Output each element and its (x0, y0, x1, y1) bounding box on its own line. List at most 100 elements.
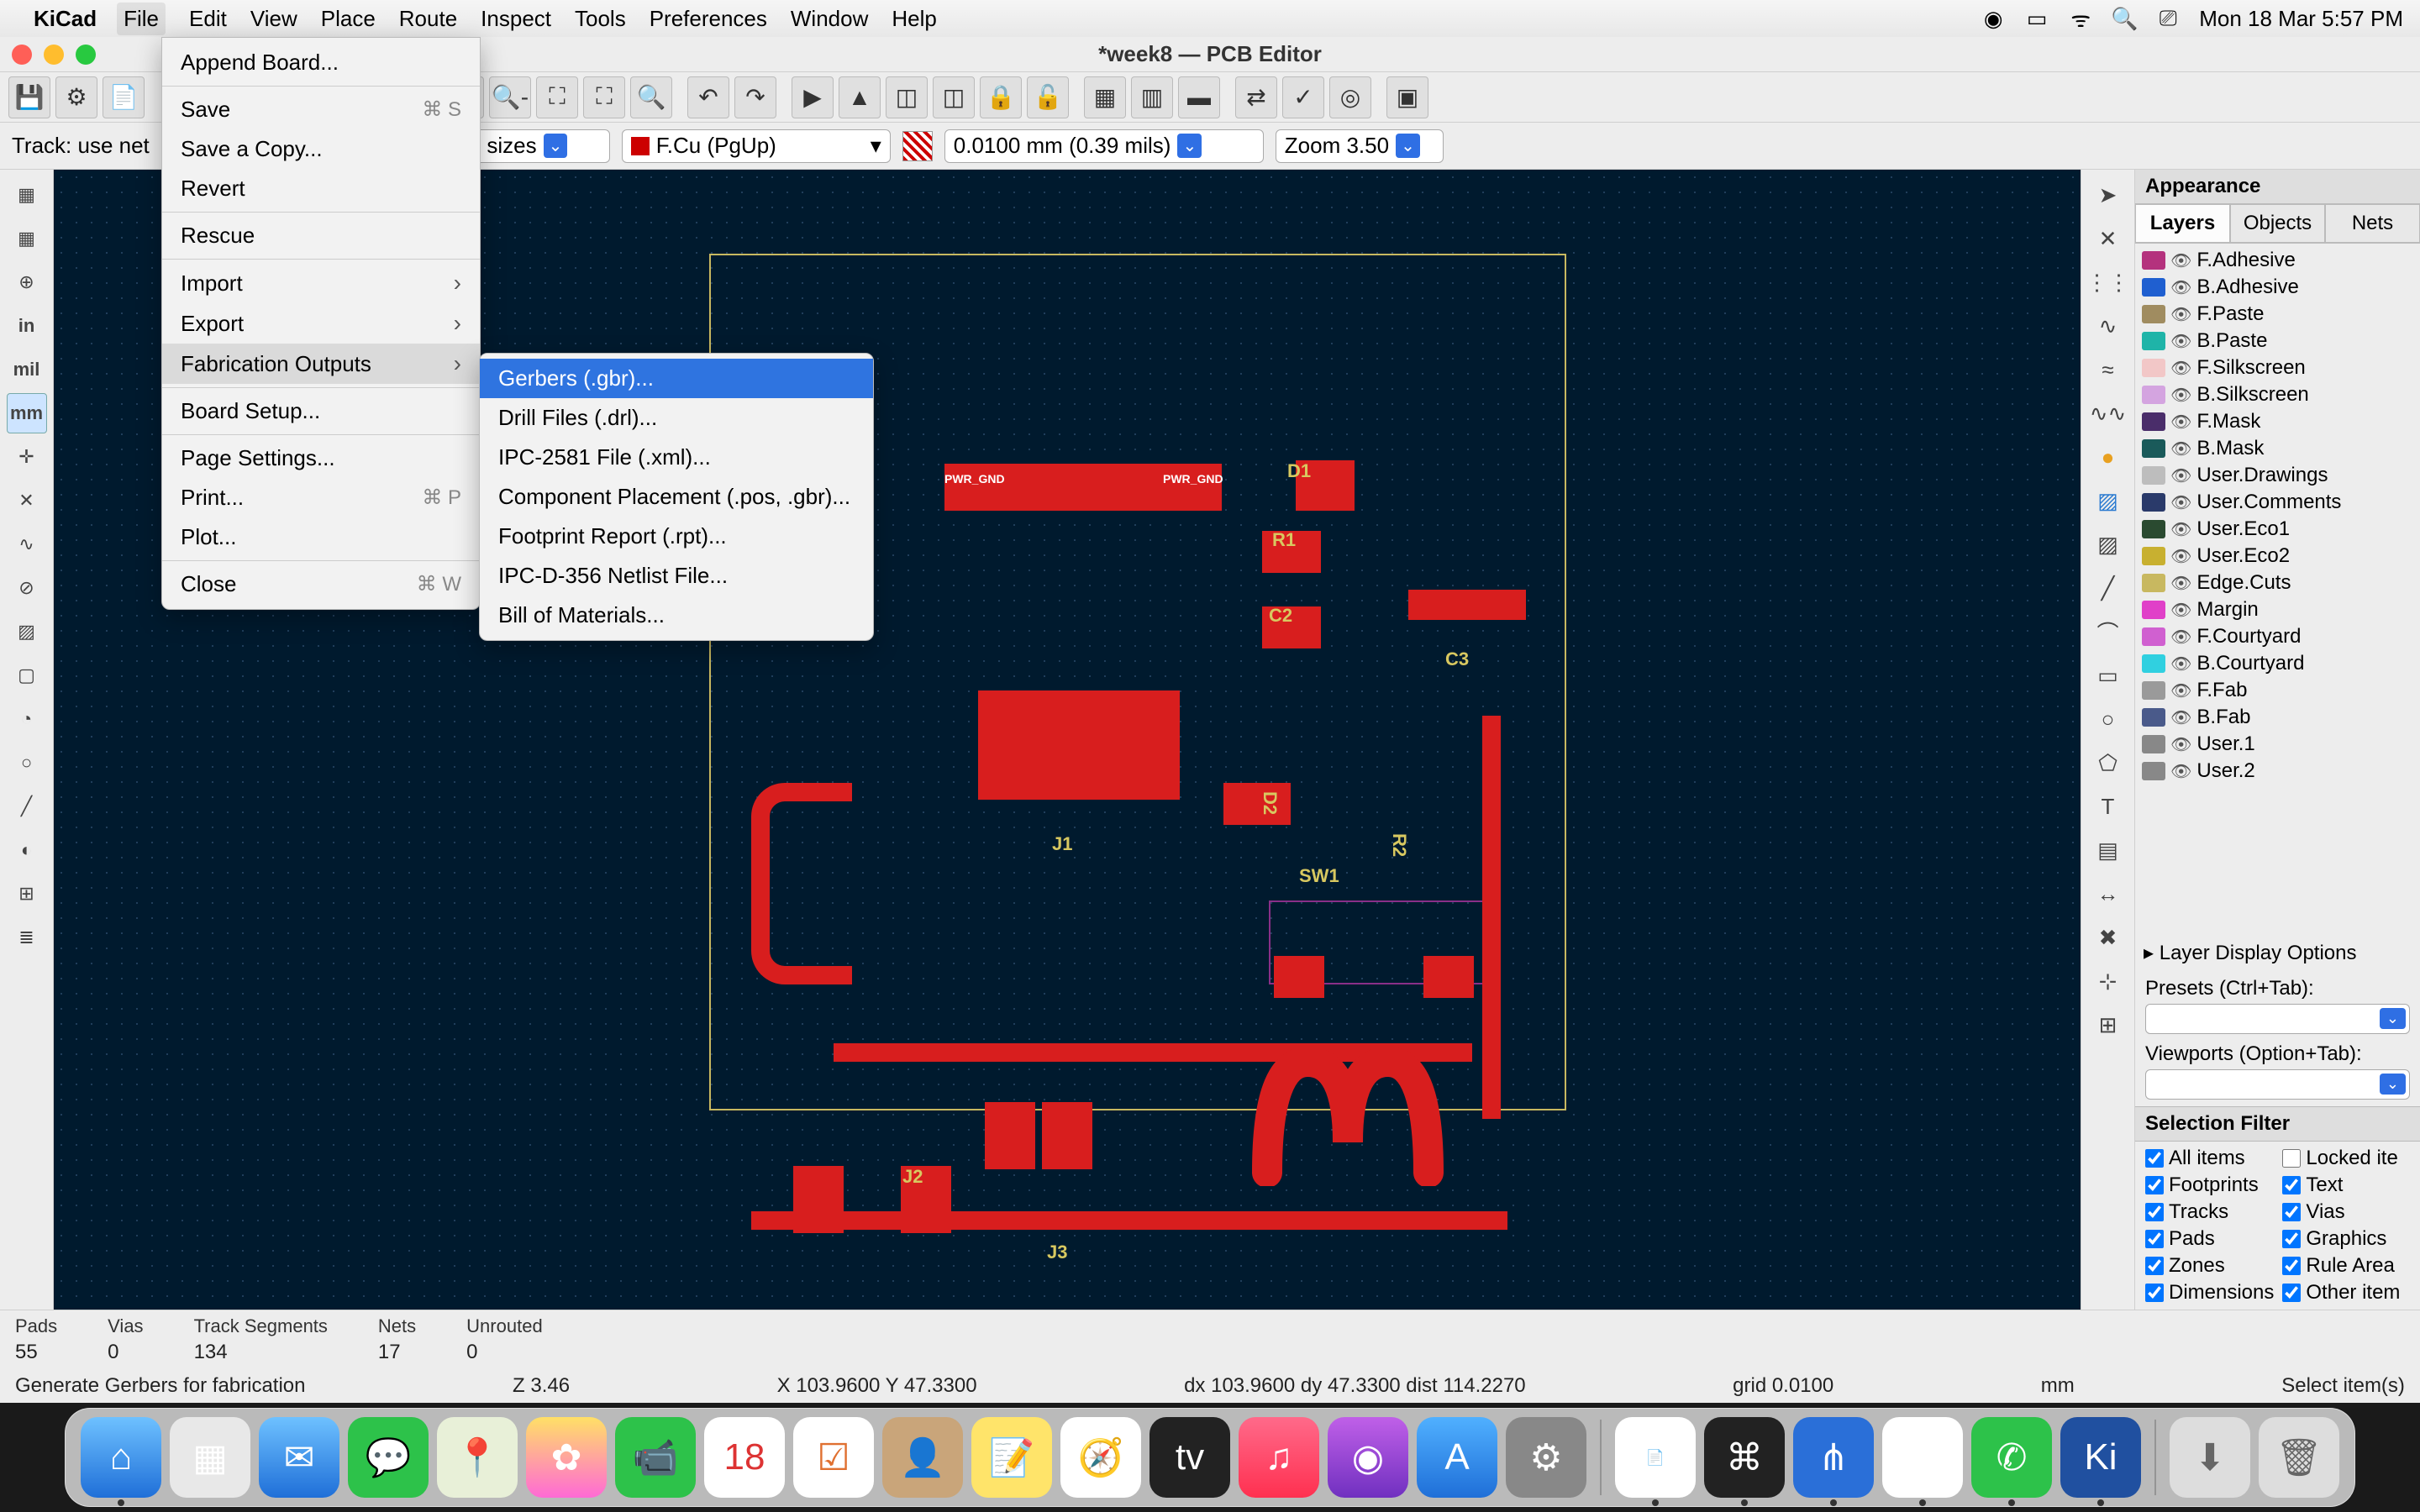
grid-dropdown[interactable]: 0.0100 mm (0.39 mils)⌄ (944, 129, 1264, 163)
menu-help[interactable]: Help (892, 6, 936, 32)
dock-podcasts-icon[interactable]: ◉ (1328, 1417, 1408, 1498)
polar-coords-icon[interactable]: ⊕ (7, 262, 47, 302)
layer-visibility-icon[interactable]: 👁 (2170, 654, 2191, 675)
layer-visibility-icon[interactable]: 👁 (2170, 277, 2191, 298)
menuitem-close[interactable]: Close⌘ W (162, 564, 480, 604)
page-settings-icon[interactable]: 📄 (103, 76, 145, 118)
via-display-icon[interactable]: ○ (7, 743, 47, 783)
filter-checkbox[interactable]: Locked ite (2282, 1147, 2410, 1170)
tab-nets[interactable]: Nets (2325, 204, 2420, 243)
dock-music-icon[interactable]: ♫ (1239, 1417, 1319, 1498)
layer-row[interactable]: 👁User.1 (2142, 731, 2413, 758)
route-track-icon[interactable]: ∿ (2088, 306, 2128, 346)
layer-visibility-icon[interactable]: 👁 (2170, 627, 2191, 648)
menuitem-export[interactable]: Export (162, 303, 480, 344)
menuitem-revert[interactable]: Revert (162, 169, 480, 208)
net-inspector-icon[interactable]: ⊞ (7, 874, 47, 914)
menuitem-save[interactable]: Save⌘ S (162, 90, 480, 129)
dock-facetime-icon[interactable]: 📹 (615, 1417, 696, 1498)
highlight-net-icon[interactable]: ✕ (2088, 218, 2128, 259)
undo-icon[interactable]: ↶ (687, 76, 729, 118)
draw-rect-icon[interactable]: ▭ (2088, 655, 2128, 696)
layer-row[interactable]: 👁F.Courtyard (2142, 623, 2413, 650)
dock-trash-icon[interactable]: 🗑 (2259, 1417, 2339, 1498)
dock-kicad-icon[interactable]: Ki (2060, 1417, 2141, 1498)
layer-visibility-icon[interactable]: 👁 (2170, 331, 2191, 352)
dock-contacts-icon[interactable]: 👤 (882, 1417, 963, 1498)
menu-route[interactable]: Route (399, 6, 457, 32)
draw-line-icon[interactable]: ╱ (2088, 568, 2128, 608)
window-close-button[interactable] (12, 45, 32, 65)
local-ratsnest-icon[interactable]: ⋮⋮ (2088, 262, 2128, 302)
filter-checkbox[interactable]: Rule Area (2282, 1254, 2410, 1278)
update-from-schematic-icon[interactable]: ⇄ (1235, 76, 1277, 118)
zoom-selection-icon[interactable]: 🔍 (630, 76, 672, 118)
layer-row[interactable]: 👁B.Courtyard (2142, 650, 2413, 677)
add-via-icon[interactable]: ● (2088, 437, 2128, 477)
layer-visibility-icon[interactable]: 👁 (2170, 573, 2191, 594)
dock-downloads-icon[interactable]: ⬇ (2170, 1417, 2250, 1498)
mm-unit-button[interactable]: mm (7, 393, 47, 433)
ratsnest-toggle-icon[interactable]: ✕ (7, 480, 47, 521)
menuitem-plot[interactable]: Plot... (162, 517, 480, 557)
dock-appstore-icon[interactable]: A (1417, 1417, 1497, 1498)
cursor-shape-icon[interactable]: ✛ (7, 437, 47, 477)
footprint-browser-icon[interactable]: ▥ (1131, 76, 1173, 118)
zoom-objects-icon[interactable]: ⛶ (583, 76, 625, 118)
add-textbox-icon[interactable]: ▤ (2088, 830, 2128, 870)
menuitem-append-board[interactable]: Append Board... (162, 43, 480, 82)
screen-record-icon[interactable]: ◉ (1981, 6, 2006, 31)
layer-row[interactable]: 👁F.Silkscreen (2142, 354, 2413, 381)
mirror-icon[interactable]: ▲ (839, 76, 881, 118)
dock-app-generic[interactable]: 📄 (1615, 1417, 1696, 1498)
track-display-icon[interactable]: ╱ (7, 786, 47, 827)
grid-toggle-icon[interactable]: ▦ (7, 175, 47, 215)
dock-maps-icon[interactable]: 📍 (437, 1417, 518, 1498)
pad-display-icon[interactable]: ◔ (7, 699, 47, 739)
zoom-dropdown[interactable]: Zoom 3.50⌄ (1276, 129, 1444, 163)
zone-display-icon[interactable]: ▨ (7, 612, 47, 652)
menuitem-fabrication-outputs[interactable]: Fabrication Outputs (162, 344, 480, 384)
filter-checkbox[interactable]: Tracks (2145, 1200, 2274, 1224)
grid-override-icon[interactable]: ▦ (7, 218, 47, 259)
dock-vscode-icon[interactable]: ⋔ (1793, 1417, 1874, 1498)
presets-dropdown[interactable]: ⌄ (2145, 1004, 2410, 1034)
layer-dropdown[interactable]: F.Cu (PgUp) ▾ (622, 129, 891, 163)
filter-checkbox[interactable]: Footprints (2145, 1173, 2274, 1197)
menu-preferences[interactable]: Preferences (650, 6, 767, 32)
layer-visibility-icon[interactable]: 👁 (2170, 412, 2191, 433)
filter-checkbox[interactable]: Text (2282, 1173, 2410, 1197)
grid-origin-icon[interactable]: ⊞ (2088, 1005, 2128, 1045)
redo-icon[interactable]: ↷ (734, 76, 776, 118)
layer-visibility-icon[interactable]: 👁 (2170, 438, 2191, 459)
filter-checkbox[interactable]: Vias (2282, 1200, 2410, 1224)
layer-visibility-icon[interactable]: 👁 (2170, 385, 2191, 406)
group-icon[interactable]: ◫ (886, 76, 928, 118)
layer-row[interactable]: 👁B.Adhesive (2142, 274, 2413, 301)
menuitem-import[interactable]: Import (162, 263, 480, 303)
control-center-icon[interactable]: ⎚ (2155, 6, 2181, 31)
submenuitem-ipc-d-356[interactable]: IPC-D-356 Netlist File... (480, 556, 873, 596)
delete-icon[interactable]: ✖ (2088, 917, 2128, 958)
layer-row[interactable]: 👁User.Comments (2142, 489, 2413, 516)
layer-row[interactable]: 👁User.2 (2142, 758, 2413, 785)
layer-row[interactable]: 👁Margin (2142, 596, 2413, 623)
menu-edit[interactable]: Edit (189, 6, 227, 32)
dock-calendar-icon[interactable]: 18 (704, 1417, 785, 1498)
submenuitem-gerbers[interactable]: Gerbers (.gbr)... (480, 359, 873, 398)
draw-circle-icon[interactable]: ○ (2088, 699, 2128, 739)
submenuitem-ipc2581[interactable]: IPC-2581 File (.xml)... (480, 438, 873, 477)
wifi-icon[interactable]: ᯤ (2068, 6, 2093, 31)
set-origin-icon[interactable]: ⊹ (2088, 961, 2128, 1001)
dock-reminders-icon[interactable]: ☑ (793, 1417, 874, 1498)
dock-finder-icon[interactable]: ⌂ (81, 1417, 161, 1498)
window-minimize-button[interactable] (44, 45, 64, 65)
filter-checkbox[interactable]: Pads (2145, 1227, 2274, 1251)
add-text-icon[interactable]: T (2088, 786, 2128, 827)
dock-chrome-icon[interactable]: ◉ (1882, 1417, 1963, 1498)
layer-row[interactable]: 👁B.Paste (2142, 328, 2413, 354)
drc-icon[interactable]: ✓ (1282, 76, 1324, 118)
filter-checkbox[interactable]: Other item (2282, 1281, 2410, 1305)
filter-checkbox[interactable]: All items (2145, 1147, 2274, 1170)
inches-unit-button[interactable]: in (7, 306, 47, 346)
